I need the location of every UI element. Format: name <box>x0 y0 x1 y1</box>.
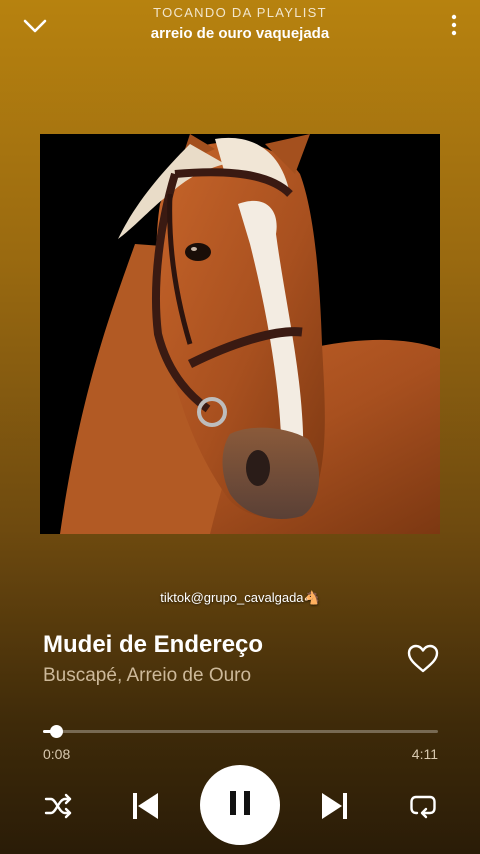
playing-from-label: TOCANDO DA PLAYLIST <box>153 5 327 20</box>
skip-next-icon[interactable] <box>314 785 356 827</box>
progress-bar[interactable] <box>43 725 438 738</box>
now-playing-header: TOCANDO DA PLAYLIST arreio de ouro vaque… <box>0 0 480 60</box>
more-vertical-icon[interactable] <box>450 12 458 38</box>
watermark-text: tiktok@grupo_cavalgada🐴 <box>160 590 320 605</box>
album-artwork <box>40 134 440 534</box>
shuffle-icon[interactable] <box>38 786 78 826</box>
current-time: 0:08 <box>43 746 71 762</box>
song-artist[interactable]: Buscapé, Arreio de Ouro <box>43 665 251 687</box>
skip-previous-icon[interactable] <box>124 785 166 827</box>
progress-knob[interactable] <box>49 725 63 738</box>
pause-icon <box>228 789 252 822</box>
total-time: 4:11 <box>411 746 438 762</box>
playlist-name[interactable]: arreio de ouro vaquejada <box>0 25 480 42</box>
heart-outline-icon[interactable] <box>406 643 440 675</box>
repeat-icon[interactable] <box>403 786 443 826</box>
song-title: Mudei de Endereço <box>43 631 264 658</box>
play-pause-button[interactable] <box>200 765 280 845</box>
